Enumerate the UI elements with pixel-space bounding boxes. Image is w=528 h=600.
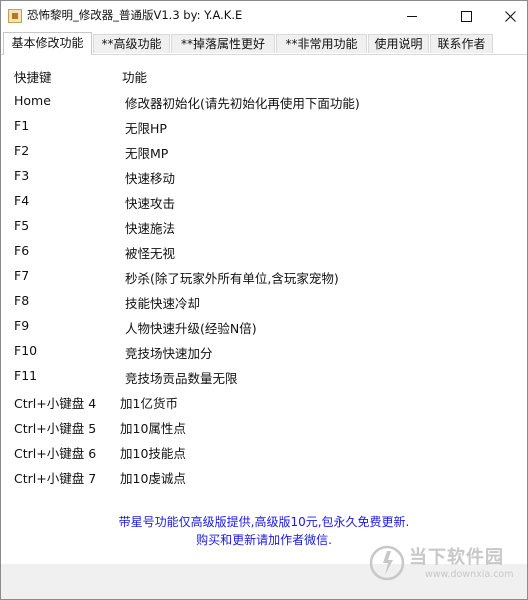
maximize-icon [460, 10, 472, 22]
function-description: 快速移动 [125, 171, 176, 186]
hotkey-label: Ctrl+小键盘 7 [14, 471, 97, 486]
function-description: 竞技场快速加分 [125, 346, 213, 361]
minimize-icon [407, 15, 417, 17]
close-icon [504, 10, 516, 22]
function-description: 无限MP [125, 146, 169, 161]
function-description: 竞技场贡品数量无限 [125, 371, 238, 386]
function-description: 无限HP [125, 121, 167, 136]
tab-advanced[interactable]: **高级功能 [93, 34, 170, 53]
tab-panel-basic: 快捷键 功能 Home 修改器初始化(请先初始化再使用下面功能) F1 无限HP F2 无… [1, 55, 527, 565]
function-description: 加10属性点 [120, 421, 186, 436]
tab-contact-author[interactable]: 联系作者 [430, 34, 493, 53]
function-description: 加1亿货币 [120, 396, 178, 411]
function-description: 技能快速冷却 [125, 296, 201, 311]
watermark-title: 当下软件园 [409, 547, 504, 568]
hotkey-label: Ctrl+小键盘 5 [14, 421, 97, 436]
hotkey-label: F3 [14, 168, 30, 183]
hotkey-label: F9 [14, 318, 30, 333]
tab-strip: 基本修改功能 **高级功能 **掉落属性更好 **非常用功能 使用说明 联系作者 [1, 32, 527, 55]
tab-basic[interactable]: 基本修改功能 [3, 32, 92, 55]
hotkey-label: F5 [14, 218, 30, 233]
watermark: 当下软件园 www.downxia.com [369, 539, 519, 589]
close-button[interactable] [487, 1, 527, 31]
function-description: 快速攻击 [125, 196, 176, 211]
app-window: 恐怖黎明_修改器_普通版V1.3 by: Y.A.K.E 基本修改功能 **高级… [0, 0, 528, 600]
column-header-function: 功能 [122, 70, 148, 85]
hotkey-label: Home [14, 93, 51, 108]
window-title: 恐怖黎明_修改器_普通版V1.3 by: Y.A.K.E [27, 8, 243, 22]
function-description: 人物快速升级(经验N倍) [125, 321, 257, 336]
minimize-button[interactable] [389, 1, 435, 31]
function-description: 修改器初始化(请先初始化再使用下面功能) [125, 96, 360, 111]
hotkey-label: F10 [14, 343, 38, 358]
function-description: 加10虔诚点 [120, 471, 186, 486]
hotkey-label: F1 [14, 118, 30, 133]
column-header-hotkey: 快捷键 [14, 70, 52, 85]
hotkey-label: F2 [14, 143, 30, 158]
hotkey-label: F7 [14, 268, 30, 283]
hotkey-label: Ctrl+小键盘 6 [14, 446, 97, 461]
tab-better-drops[interactable]: **掉落属性更好 [171, 34, 275, 53]
watermark-url: www.downxia.com [425, 569, 514, 580]
hotkey-label: F6 [14, 243, 30, 258]
hotkey-label: F8 [14, 293, 30, 308]
app-icon [8, 9, 22, 23]
hotkey-label: F4 [14, 193, 30, 208]
function-description: 秒杀(除了玩家外所有单位,含玩家宠物) [125, 271, 339, 286]
function-description: 被怪无视 [125, 246, 176, 261]
tab-rare-functions[interactable]: **非常用功能 [276, 34, 367, 53]
title-bar[interactable]: 恐怖黎明_修改器_普通版V1.3 by: Y.A.K.E [1, 1, 527, 31]
function-description: 加10技能点 [120, 446, 186, 461]
watermark-logo-icon [369, 545, 405, 581]
hotkey-label: Ctrl+小键盘 4 [14, 396, 97, 411]
premium-note: 带星号功能仅高级版提供,高级版10元,包永久免费更新. [118, 515, 410, 529]
tab-instructions[interactable]: 使用说明 [368, 34, 429, 53]
maximize-button[interactable] [443, 1, 489, 31]
function-description: 快速施法 [125, 221, 176, 236]
hotkey-label: F11 [14, 368, 38, 383]
